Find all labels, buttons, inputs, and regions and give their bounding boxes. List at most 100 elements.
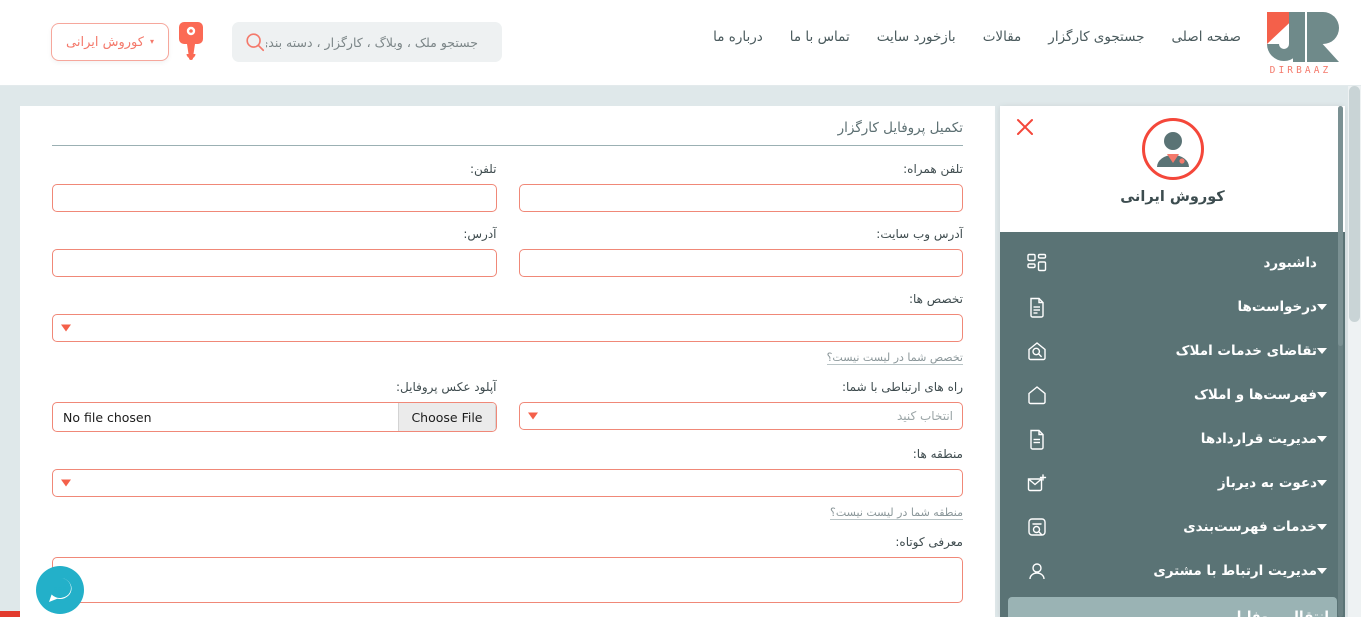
- chevron-down-icon[interactable]: [1317, 348, 1327, 354]
- choose-file-button[interactable]: Choose File: [398, 403, 496, 431]
- phone-input[interactable]: [52, 184, 497, 212]
- file-status-text: No file chosen: [63, 409, 152, 425]
- sidebar-item-crm[interactable]: مدیریت ارتباط با مشتری: [1000, 549, 1345, 593]
- sidebar-item-label: داشبورد: [1263, 255, 1317, 271]
- field-short-bio: معرفی کوتاه:: [52, 534, 963, 607]
- sidebar-item-profile-transfer[interactable]: انتقال پروفایل: [1008, 597, 1337, 617]
- user-menu-label: کوروش ایرانی: [66, 34, 144, 50]
- field-regions: منطقه ها: منطقه شما در لیست نیست؟: [52, 446, 963, 520]
- page-body: تکمیل پروفایل کارگزار تلفن همراه: تلفن: …: [0, 86, 1361, 617]
- sidebar-item-contract-management[interactable]: مدیریت قراردادها: [1000, 417, 1345, 461]
- user-menu-button[interactable]: ▾ کوروش ایرانی: [51, 23, 169, 61]
- sidebar-item-invite[interactable]: دعوت به دیرباز: [1000, 461, 1345, 505]
- field-contact-methods: راه های ارتباطی با شما: انتخاب کنید: [518, 379, 963, 432]
- nav-home[interactable]: صفحه اصلی: [1172, 28, 1241, 46]
- invite-icon: [1026, 472, 1048, 494]
- regions-help-row: منطقه شما در لیست نیست؟: [52, 497, 963, 520]
- field-label-contact-methods: راه های ارتباطی با شما:: [841, 380, 963, 394]
- field-label-specialties: تخصص ها:: [908, 292, 963, 306]
- close-sidebar-button[interactable]: [1014, 116, 1036, 138]
- field-specialties: تخصص ها: تخصص شما در لیست نیست؟: [52, 291, 963, 365]
- contact-methods-select-wrap: انتخاب کنید: [518, 402, 963, 430]
- avatar[interactable]: [1141, 118, 1204, 180]
- nav-about[interactable]: درباره ما: [713, 28, 763, 46]
- chevron-down-icon[interactable]: [1317, 392, 1327, 398]
- website-input[interactable]: [518, 249, 963, 277]
- form-row-regions: منطقه ها: منطقه شما در لیست نیست؟: [52, 446, 963, 520]
- specialties-not-listed-link[interactable]: تخصص شما در لیست نیست؟: [826, 351, 963, 365]
- document-icon: [1026, 296, 1048, 318]
- page-title: تکمیل پروفایل کارگزار: [52, 120, 963, 146]
- chevron-down-icon[interactable]: [1317, 480, 1327, 486]
- field-profile-photo: آپلود عکس پروفایل: Choose File No file c…: [52, 379, 497, 432]
- field-label-profile-photo: آپلود عکس پروفایل:: [395, 380, 497, 394]
- home-icon: [1026, 384, 1048, 406]
- chevron-down-icon[interactable]: [1317, 568, 1327, 574]
- chevron-down-icon[interactable]: [1317, 436, 1327, 442]
- chevron-down-icon[interactable]: [1317, 304, 1327, 310]
- field-mobile: تلفن همراه:: [518, 161, 963, 212]
- sidebar-item-requests[interactable]: درخواست‌ها: [1000, 285, 1345, 329]
- main-navigation: صفحه اصلی جستجوی کارگزار مقالات بازخورد …: [713, 28, 1241, 46]
- nav-broker-search[interactable]: جستجوی کارگزار: [1048, 28, 1144, 46]
- field-phone: تلفن:: [52, 161, 497, 212]
- notifications-button[interactable]: ۰: [172, 18, 210, 64]
- chat-bubble-icon: [36, 566, 84, 614]
- search-icon: [246, 33, 265, 52]
- logo-wordmark: DIRBAAZ: [1269, 65, 1332, 77]
- field-label-regions: منطقه ها:: [912, 447, 963, 461]
- sidebar-user-name: کوروش ایرانی: [1120, 189, 1225, 205]
- sidebar-scrollbar-thumb[interactable]: [1338, 106, 1343, 346]
- field-label-address: آدرس:: [463, 227, 497, 241]
- form-row-short-bio: معرفی کوتاه:: [52, 534, 963, 607]
- dirbaaz-logo-icon: [1267, 12, 1339, 63]
- regions-select-wrap: [52, 469, 963, 497]
- chevron-down-icon: ▾: [149, 37, 154, 46]
- sidebar-item-listings-properties[interactable]: فهرست‌ها و املاک: [1000, 373, 1345, 417]
- sidebar-item-label: تقاضای خدمات املاک: [1175, 343, 1317, 359]
- regions-not-listed-link[interactable]: منطقه شما در لیست نیست؟: [830, 506, 963, 520]
- nav-site-feedback[interactable]: بازخورد سایت: [877, 28, 956, 46]
- chevron-down-icon[interactable]: [1317, 524, 1327, 530]
- field-label-short-bio: معرفی کوتاه:: [895, 535, 963, 549]
- crm-icon: [1026, 560, 1048, 582]
- short-bio-textarea[interactable]: [52, 557, 963, 603]
- page-scrollbar-track[interactable]: [1348, 86, 1361, 617]
- sidebar-item-dashboard[interactable]: داشبورد: [1000, 241, 1345, 285]
- chat-widget-button[interactable]: [36, 566, 84, 614]
- search-box[interactable]: [232, 22, 502, 62]
- form-row-contact-upload: راه های ارتباطی با شما: انتخاب کنید آپلو…: [52, 379, 963, 432]
- app-page: DIRBAAZ صفحه اصلی جستجوی کارگزار مقالات …: [0, 0, 1361, 617]
- mobile-input[interactable]: [518, 184, 963, 212]
- field-label-phone: تلفن:: [469, 162, 497, 176]
- close-icon: [1017, 119, 1033, 135]
- field-website: آدرس وب سایت:: [518, 226, 963, 277]
- site-logo[interactable]: DIRBAAZ: [1255, 6, 1349, 80]
- site-header: DIRBAAZ صفحه اصلی جستجوی کارگزار مقالات …: [0, 0, 1361, 86]
- nav-articles[interactable]: مقالات: [983, 28, 1022, 46]
- form-row-contact-numbers: تلفن همراه: تلفن:: [52, 161, 963, 212]
- form-row-specialties: تخصص ها: تخصص شما در لیست نیست؟: [52, 291, 963, 365]
- contact-methods-select[interactable]: انتخاب کنید: [518, 402, 963, 430]
- sidebar-menu: داشبورد درخواست‌ها: [1000, 232, 1345, 617]
- specialties-select[interactable]: [52, 314, 963, 342]
- profile-form-card: تکمیل پروفایل کارگزار تلفن همراه: تلفن: …: [20, 106, 995, 617]
- sidebar-item-label: دعوت به دیرباز: [1217, 475, 1317, 491]
- sidebar-item-property-service-requests[interactable]: تقاضای خدمات املاک: [1000, 329, 1345, 373]
- contract-icon: [1026, 428, 1048, 450]
- search-input[interactable]: [266, 34, 486, 50]
- page-scrollbar-thumb[interactable]: [1349, 86, 1360, 322]
- address-input[interactable]: [52, 249, 497, 277]
- sidebar-item-label: مدیریت ارتباط با مشتری: [1153, 563, 1317, 579]
- bottom-left-accent-bar: [0, 611, 20, 617]
- dashboard-icon: [1026, 252, 1048, 274]
- user-sidebar-panel: کوروش ایرانی داشبورد: [1000, 106, 1345, 617]
- field-label-website: آدرس وب سایت:: [876, 227, 963, 241]
- bell-icon: [179, 22, 203, 60]
- sidebar-item-listing-services[interactable]: خدمات فهرست‌بندی: [1000, 505, 1345, 549]
- nav-contact[interactable]: تماس با ما: [790, 28, 850, 46]
- specialties-help-row: تخصص شما در لیست نیست؟: [52, 342, 963, 365]
- regions-select[interactable]: [52, 469, 963, 497]
- home-search-icon: [1026, 340, 1048, 362]
- profile-photo-file-input[interactable]: Choose File No file chosen: [52, 402, 497, 432]
